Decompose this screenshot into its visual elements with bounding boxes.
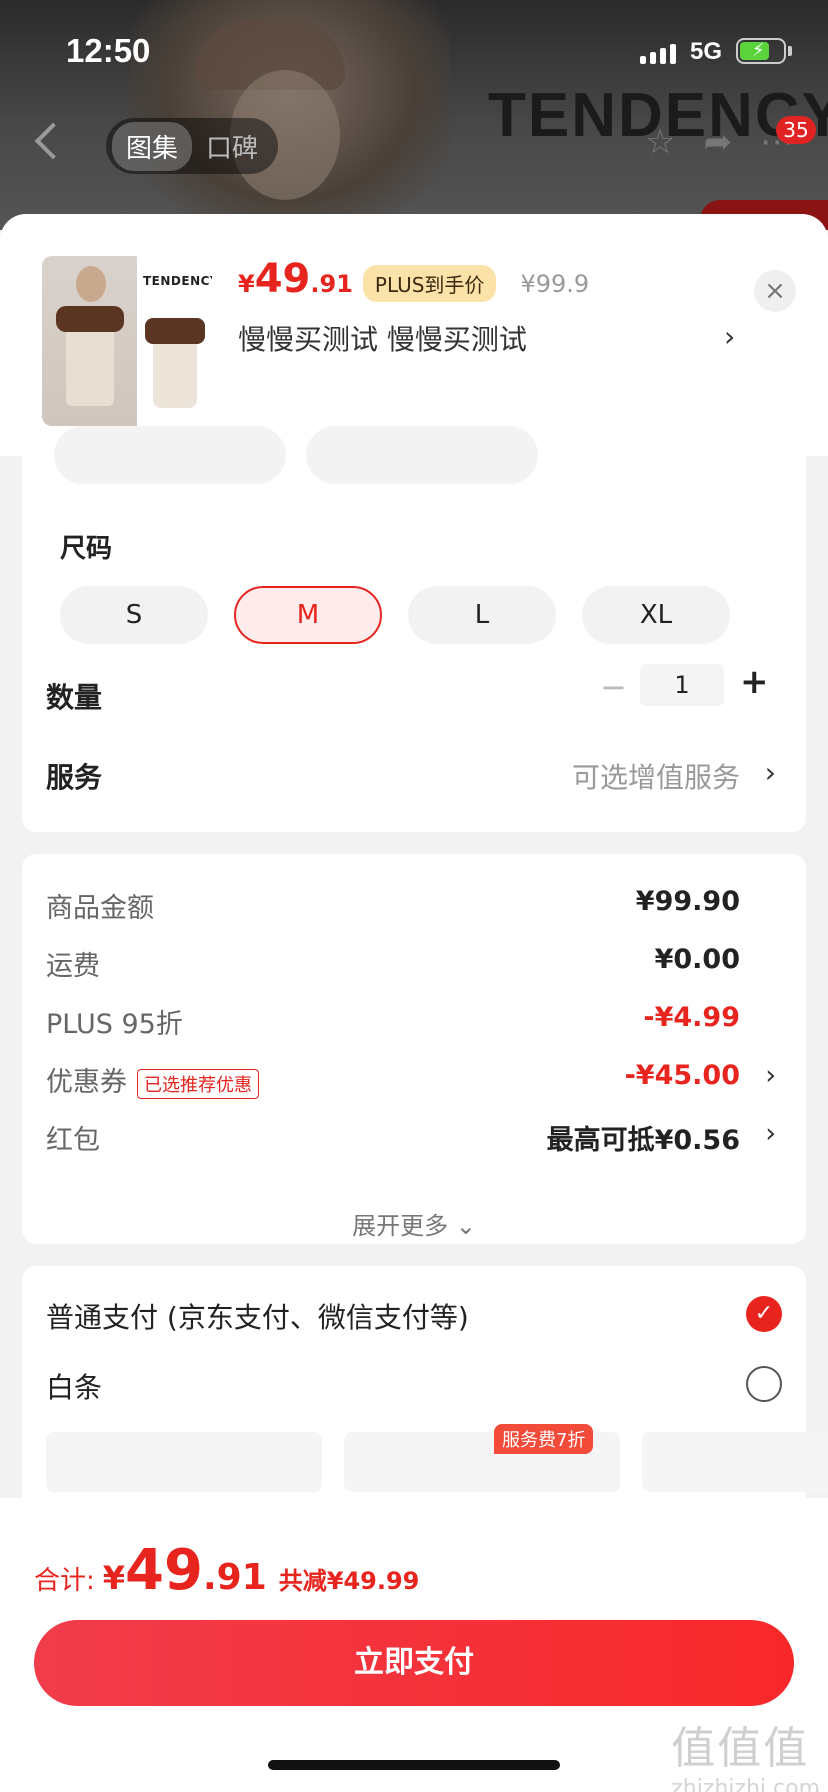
status-time: 12:50 [66, 32, 151, 69]
chevron-right-icon[interactable]: › [724, 320, 735, 353]
size-option-l[interactable]: L [408, 586, 556, 644]
payment-option-label: 白条 [46, 1371, 103, 1404]
summary-row-redpacket[interactable]: 红包 最高可抵¥0.56 › [46, 1118, 776, 1158]
spec-card: 尺码 S M L XL 数量 − 1 + 服务 可选增值服务 › [22, 426, 806, 832]
total-decimal: .91 [202, 1557, 267, 1598]
thumb-brand: TENDENCY [143, 274, 212, 288]
service-value[interactable]: 可选增值服务 [572, 756, 740, 796]
color-option-partial[interactable] [54, 426, 286, 484]
order-total: 合计: ¥ 49 .91 共减¥49.99 [34, 1538, 419, 1603]
tab-reviews[interactable]: 口碑 [192, 122, 272, 171]
plus-discount-label: PLUS 95折 [46, 1009, 183, 1040]
redpacket-label: 红包 [46, 1125, 100, 1156]
size-option-m[interactable]: M [234, 586, 382, 644]
thumb-model-photo [42, 256, 137, 426]
total-saving: 共减¥49.99 [278, 1567, 420, 1595]
size-option-xl[interactable]: XL [582, 586, 730, 644]
payment-option-label: 普通支付 (京东支付、微信支付等) [46, 1301, 469, 1334]
current-price: ¥49.91 [238, 256, 353, 302]
quantity-minus-button[interactable]: − [600, 668, 627, 706]
service-label: 服务 [46, 761, 103, 794]
quantity-label: 数量 [46, 681, 103, 714]
installment-plans: 服务费7折 [46, 1424, 828, 1492]
price-summary-card: 商品金额 ¥99.90 运费 ¥0.00 PLUS 95折 -¥4.99 优惠券… [22, 854, 806, 1244]
checkmark-icon[interactable]: ✓ [746, 1296, 782, 1332]
payment-option-baitiao[interactable]: 白条 [46, 1366, 782, 1410]
original-price: ¥99.9 [520, 270, 590, 298]
coupon-label: 优惠券 [46, 1067, 127, 1098]
share-icon[interactable]: ➦ [704, 122, 733, 162]
sheet-header: TENDENCY ¥49.91 PLUS到手价 ¥99.9 慢慢买测试 慢慢买测… [0, 214, 828, 456]
summary-row-goods: 商品金额 ¥99.90 [46, 886, 776, 926]
total-label: 合计: [34, 1566, 95, 1596]
radio-unchecked-icon[interactable] [746, 1366, 782, 1402]
cart-badge: 35 [776, 116, 816, 144]
thumb-product-photo: TENDENCY [137, 256, 212, 426]
plus-discount-value: -¥4.99 [643, 1002, 740, 1033]
shipping-label: 运费 [46, 951, 100, 982]
summary-row-plus: PLUS 95折 -¥4.99 [46, 1002, 776, 1042]
service-fee-discount-tag: 服务费7折 [494, 1424, 594, 1454]
total-currency: ¥ [102, 1559, 126, 1597]
summary-row-coupon[interactable]: 优惠券 已选推荐优惠 -¥45.00 › [46, 1060, 776, 1100]
status-bar: 12:50 5G ⚡ [0, 0, 828, 100]
tab-gallery[interactable]: 图集 [112, 121, 193, 171]
chevron-right-icon[interactable]: › [765, 756, 776, 789]
back-icon[interactable] [34, 122, 72, 160]
quantity-input[interactable]: 1 [640, 664, 724, 706]
plus-price-tag: PLUS到手价 [362, 265, 497, 302]
media-tabs: 图集 口碑 [106, 118, 279, 174]
battery-icon: ⚡ [736, 38, 786, 64]
product-thumbnail[interactable]: TENDENCY [42, 256, 212, 426]
coupon-label-wrap: 优惠券 已选推荐优惠 [46, 1060, 259, 1099]
close-button[interactable]: × [754, 270, 796, 312]
installment-plan[interactable] [642, 1432, 828, 1492]
chevron-right-icon[interactable]: › [765, 1118, 776, 1149]
shipping-value: ¥0.00 [654, 944, 740, 975]
expand-more-button[interactable]: 展开更多 ⌄ [22, 1206, 806, 1241]
signal-icon [640, 42, 676, 64]
size-option-s[interactable]: S [60, 586, 208, 644]
checkout-footer: 合计: ¥ 49 .91 共减¥49.99 立即支付 值值值 zhizhizhi… [0, 1498, 828, 1792]
product-nav: 图集 口碑 ☆ ➦ ⋯ 35 [0, 110, 828, 180]
favorite-star-icon[interactable]: ☆ [645, 122, 675, 162]
coupon-value: -¥45.00 [624, 1060, 740, 1091]
installment-plan[interactable]: 服务费7折 [344, 1424, 620, 1492]
quantity-plus-button[interactable]: + [740, 662, 769, 702]
chevron-right-icon[interactable]: › [765, 1060, 776, 1091]
network-type: 5G [690, 38, 723, 65]
payment-option-normal[interactable]: 普通支付 (京东支付、微信支付等) ✓ [46, 1296, 782, 1340]
color-option-partial[interactable] [306, 426, 538, 484]
price-row: ¥49.91 PLUS到手价 ¥99.9 [238, 256, 589, 302]
size-title: 尺码 [60, 534, 113, 564]
coupon-recommended-tag: 已选推荐优惠 [137, 1068, 259, 1099]
redpacket-value: 最高可抵¥0.56 [546, 1125, 740, 1156]
pay-now-button[interactable]: 立即支付 [34, 1620, 794, 1706]
nav-icons: ☆ ➦ ⋯ [645, 122, 794, 162]
size-options: S M L XL [60, 586, 730, 644]
home-indicator [268, 1760, 560, 1770]
summary-row-shipping: 运费 ¥0.00 [46, 944, 776, 984]
battery-cap [788, 46, 792, 56]
selected-sku[interactable]: 慢慢买测试 慢慢买测试 [238, 318, 527, 358]
goods-amount-label: 商品金额 [46, 893, 154, 924]
goods-amount-value: ¥99.90 [635, 886, 740, 917]
watermark-logo: 值值值 [671, 1723, 810, 1774]
total-integer: 49 [125, 1538, 203, 1603]
watermark: 值值值 zhizhizhi.com [671, 1712, 820, 1792]
watermark-url: zhizhizhi.com [671, 1776, 820, 1792]
installment-plan[interactable] [46, 1432, 322, 1492]
